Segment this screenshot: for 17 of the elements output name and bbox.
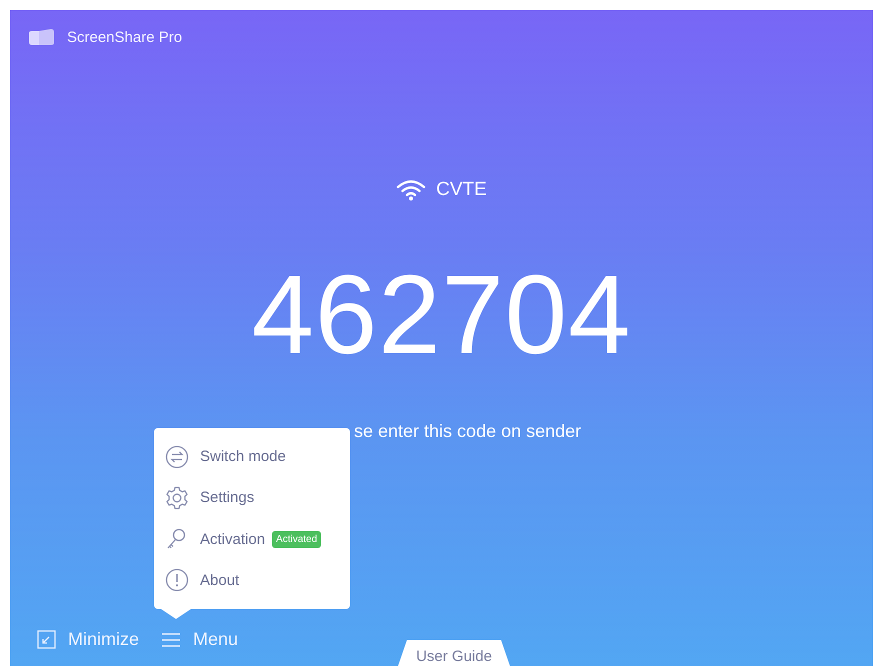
wifi-icon [396,179,426,201]
menu-item[interactable]: Settings [154,478,350,518]
info-icon [165,568,189,592]
menu-icon [161,632,182,648]
network-name: CVTE [436,179,487,201]
menu-item[interactable]: About [154,560,350,600]
status-badge: Activated [272,530,322,548]
switch-icon [165,444,189,469]
connection-code: 462704 [252,259,632,371]
menu-item[interactable]: Activation Activated [154,519,350,560]
instruction-text: se enter this code on sender [354,421,582,441]
app-title: ScreenShare Pro [67,28,182,46]
settings-icon [165,486,189,510]
minimize-icon [37,630,56,649]
user-guide-tab[interactable]: User Guide [398,640,510,666]
menu-item[interactable]: Switch mode [154,436,350,477]
app-logo-icon [27,28,55,46]
